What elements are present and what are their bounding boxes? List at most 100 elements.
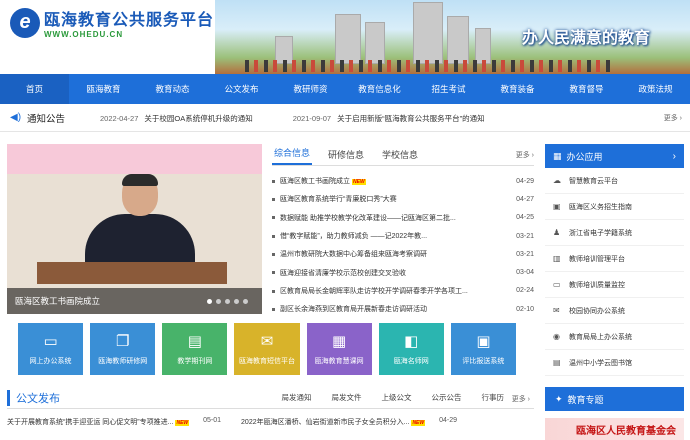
app-link[interactable]: ▣ 瓯海区义务招生指南 [545, 194, 684, 220]
nav-item-teachers[interactable]: 教研师资 [276, 74, 345, 104]
doc-row[interactable]: 2022年瓯海区潘桥、仙岩街道新市民子女全员积分入... NEW 04-29 [241, 417, 457, 427]
tab-announcements[interactable]: 公示公告 [432, 392, 462, 403]
quick-link-tile[interactable]: ▭ 网上办公系统 [18, 323, 84, 375]
slide-dot[interactable] [216, 299, 221, 304]
chat-icon: ◉ [553, 332, 560, 341]
slide-dot[interactable] [243, 299, 248, 304]
quick-link-tiles: ▭ 网上办公系统 ❐ 瓯海教师研修网 ▤ 教学期刊网 ✉ 瓯海教育短信平台 ▦ 瓯海教育慧课网 ◧ 瓯… [18, 323, 516, 375]
chevron-right-icon[interactable]: › [673, 151, 676, 162]
news-more-link[interactable]: 更多 › [516, 150, 534, 160]
slide-dot[interactable] [234, 299, 239, 304]
tab-general-info[interactable]: 综合信息 [272, 146, 313, 165]
main-nav: 首页 瓯海教育 教育动态 公文发布 教研师资 教育信息化 招生考试 教育装备 教… [0, 74, 690, 104]
tile-label: 教学期刊网 [177, 358, 213, 365]
news-slideshow[interactable]: 瓯海区教工书画院成立 [7, 144, 262, 314]
nav-item-equipment[interactable]: 教育装备 [483, 74, 552, 104]
more-label: 更多 [511, 396, 526, 403]
nav-item-documents[interactable]: 公文发布 [207, 74, 276, 104]
quick-link-tile[interactable]: ▣ 评比报送系统 [450, 323, 516, 375]
app-link[interactable]: ▥ 教师培训管理平台 [545, 246, 684, 272]
tab-school-info[interactable]: 学校信息 [380, 148, 420, 165]
library-icon: ▤ [553, 358, 561, 367]
news-title-text: 温州市教研院大数据中心筹备组来瓯海考察调研 [280, 251, 427, 259]
app-link[interactable]: ♟ 浙江省电子学籍系统 [545, 220, 684, 246]
nav-item-home[interactable]: 首页 [0, 74, 69, 104]
news-row[interactable]: 副区长余海燕到区教育局开展新春走访调研活动 02-10 [272, 300, 534, 318]
news-row[interactable]: 瓯海区教育系统举行“青廉脱口秀”大赛 04-27 [272, 190, 534, 208]
foundation-banner[interactable]: 瓯海区人民教育基金会 [545, 418, 684, 440]
doc-row[interactable]: 关于开展教育系统“携手迎亚运 同心促文明”专项推进... NEW 05-01 [7, 417, 221, 427]
news-title-text: 瓯海区教育系统举行“青廉脱口秀”大赛 [280, 196, 397, 204]
news-row[interactable]: 瓯海区教工书画院成立 NEW 04-29 [272, 172, 534, 190]
quick-link-tile[interactable]: ✉ 瓯海教育短信平台 [234, 323, 300, 375]
notice-date: 2021-09-07 [292, 113, 332, 123]
slide-dot[interactable] [225, 299, 230, 304]
news-row[interactable]: 借“教字赋能”，助力教师减负 ——记2022年教... 03-21 [272, 227, 534, 245]
office-apps-panel: ▦ 办公应用 › ☁ 智慧教育云平台 ▣ 瓯海区义务招生指南 ♟ 浙江省电子学籍系统 ▥ 教师… [545, 144, 684, 376]
new-badge: NEW [175, 420, 190, 426]
app-link[interactable]: ▭ 教师培训质量监控 [545, 272, 684, 298]
doc-title: 关于开展教育系统“携手迎亚运 同心促文明”专项推进... NEW [7, 417, 190, 427]
nav-item-informatization[interactable]: 教育信息化 [345, 74, 414, 104]
docs-more-link[interactable]: 更多 › [512, 394, 530, 404]
news-title-text: 瓯海迎接省清廉学校示范校创建交叉验收 [280, 269, 406, 277]
app-label: 教师培训质量监控 [569, 281, 625, 289]
app-link[interactable]: ◉ 教育局局上办公系统 [545, 324, 684, 350]
slide-dot[interactable] [207, 299, 212, 304]
app-link[interactable]: ☁ 智慧教育云平台 [545, 168, 684, 194]
quick-link-tile[interactable]: ▦ 瓯海教育慧课网 [306, 323, 372, 375]
tile-icon: ◧ [404, 333, 419, 350]
special-topics-header[interactable]: ✦ 教育专题 [545, 387, 684, 411]
app-link[interactable]: ✉ 校园协同办公系统 [545, 298, 684, 324]
site-logo[interactable]: e 瓯海教育公共服务平台 WWW.OHEDU.CN [10, 6, 214, 39]
documents-section: 公文发布 局发通知 局发文件 上级公文 公示公告 行事历 更多 › 关于开展教育… [7, 387, 534, 427]
nav-item-policy[interactable]: 政策法规 [621, 74, 690, 104]
doc-text: 2022年瓯海区潘桥、仙岩街道新市民子女全员积分入... [241, 419, 410, 426]
speaker-icon: ◀) [10, 112, 22, 123]
nav-item-news[interactable]: 教育动态 [138, 74, 207, 104]
quick-link-tile[interactable]: ❐ 瓯海教师研修网 [90, 323, 156, 375]
tab-calendar[interactable]: 行事历 [482, 392, 505, 403]
news-list: 瓯海区教工书画院成立 NEW 04-29 瓯海区教育系统举行“青廉脱口秀”大赛 04-2… [272, 172, 534, 318]
docs-tabs: 局发通知 局发文件 上级公文 公示公告 行事历 [282, 392, 505, 403]
apps-header: ▦ 办公应用 › [545, 144, 684, 168]
students-row [245, 60, 610, 72]
app-label: 浙江省电子学籍系统 [569, 229, 632, 237]
tab-bureau-notices[interactable]: 局发通知 [282, 392, 312, 403]
tile-label: 网上办公系统 [29, 358, 72, 365]
notice-item[interactable]: 2022-04-27 关于校园OA系统停机升级的通知 [100, 113, 253, 124]
docs-header: 公文发布 局发通知 局发文件 上级公文 公示公告 行事历 更多 › [7, 387, 534, 409]
tab-superior-docs[interactable]: 上级公文 [382, 392, 412, 403]
news-title-text: 副区长余海燕到区教育局开展新春走访调研活动 [280, 306, 427, 314]
notice-scroller: 2022-04-27 关于校园OA系统停机升级的通知 2021-09-07 关于启用… [100, 104, 485, 132]
news-date: 04-25 [516, 214, 534, 222]
news-row[interactable]: 数据赋能 助推学校教学化改革建设——记瓯海区第二批... 04-25 [272, 209, 534, 227]
app-label: 瓯海区义务招生指南 [569, 203, 632, 211]
grid-icon: ▦ [553, 150, 562, 161]
notice-item[interactable]: 2021-09-07 关于启用新版“瓯海教育公共服务平台”的通知 [293, 113, 485, 124]
notice-more-link[interactable]: 更多 › [664, 113, 682, 123]
site-url: WWW.OHEDU.CN [44, 30, 124, 39]
notice-text: 关于启用新版“瓯海教育公共服务平台”的通知 [337, 113, 485, 123]
app-link[interactable]: ▤ 温州中小学云图书馆 [545, 350, 684, 376]
news-title: 借“教字赋能”，助力教师减负 ——记2022年教... [272, 231, 427, 241]
news-title: 瓯海迎接省清廉学校示范校创建交叉验收 [272, 268, 406, 278]
doc-text: 关于开展教育系统“携手迎亚运 同心促文明”专项推进... [7, 419, 174, 426]
news-row[interactable]: 区教育局局长金朝辉率队走访学校开学调研春季开学各项工... 02-24 [272, 282, 534, 300]
quick-link-tile[interactable]: ▤ 教学期刊网 [162, 323, 228, 375]
nav-item-enrollment[interactable]: 招生考试 [414, 74, 483, 104]
notice-text: 关于校园OA系统停机升级的通知 [144, 113, 253, 123]
tab-research-info[interactable]: 研修信息 [326, 148, 366, 165]
quick-link-tile[interactable]: ◧ 瓯海名师网 [378, 323, 444, 375]
news-row[interactable]: 温州市教研院大数据中心筹备组来瓯海考察调研 03-21 [272, 245, 534, 263]
news-row[interactable]: 瓯海迎接省清廉学校示范校创建交叉验收 03-04 [272, 263, 534, 281]
tab-bureau-files[interactable]: 局发文件 [332, 392, 362, 403]
news-date: 02-10 [516, 305, 534, 313]
news-date: 02-24 [516, 287, 534, 295]
news-panel: 综合信息 研修信息 学校信息 更多 › 瓯海区教工书画院成立 NEW 04-29 瓯海… [272, 144, 534, 316]
news-date: 03-04 [516, 269, 534, 277]
nav-item-supervision[interactable]: 教育督导 [552, 74, 621, 104]
doc-date: 05-01 [203, 417, 222, 424]
nav-item-ouhai-education[interactable]: 瓯海教育 [69, 74, 138, 104]
book-icon: ▣ [553, 202, 561, 211]
